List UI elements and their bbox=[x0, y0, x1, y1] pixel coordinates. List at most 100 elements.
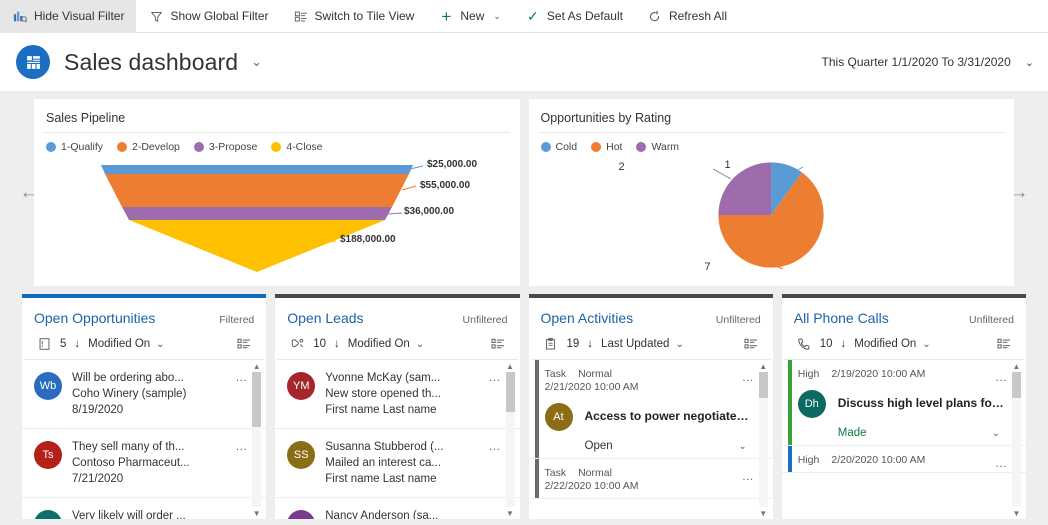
scroll-down-arrow[interactable]: ▼ bbox=[1013, 507, 1021, 519]
list-item[interactable]: High 2/20/2020 10:00 AM … bbox=[781, 446, 1026, 473]
list-item-menu-button[interactable]: … bbox=[742, 370, 755, 384]
sort-direction-icon-open-leads[interactable]: ↓ bbox=[334, 338, 340, 350]
scroll-thumb[interactable] bbox=[758, 372, 768, 398]
scrollbar-open-leads[interactable]: ▲ ▼ bbox=[504, 360, 517, 519]
tile-body-open-activities[interactable]: Task Normal 2/21/2020 10:00 AM … At Acce… bbox=[528, 360, 773, 519]
legend-item-develop[interactable]: 2-Develop bbox=[117, 141, 180, 153]
legend-item-qualify[interactable]: 1-Qualify bbox=[46, 141, 103, 153]
scroll-track[interactable] bbox=[1012, 372, 1021, 507]
list-item[interactable]: SS Susanna Stubberod (... Mailed an inte… bbox=[275, 429, 520, 498]
tile-title-open-activities[interactable]: Open Activities bbox=[541, 310, 634, 326]
activity-state-chevron-down-icon[interactable]: ⌄ bbox=[738, 441, 746, 452]
sort-selector-all-phone-calls[interactable]: Modified On ⌄ bbox=[854, 338, 930, 350]
show-global-filter-label: Show Global Filter bbox=[170, 9, 269, 23]
scroll-up-arrow[interactable]: ▲ bbox=[506, 360, 514, 372]
list-item-line1: Nancy Anderson (sa... bbox=[325, 510, 439, 519]
sort-chevron-down-icon-open-activities[interactable]: ⌄ bbox=[675, 339, 683, 350]
scrollbar-open-opportunities[interactable]: ▲ ▼ bbox=[250, 360, 263, 519]
sort-selector-open-opportunities[interactable]: Modified On ⌄ bbox=[88, 338, 164, 350]
list-item[interactable]: Very likely will order ... bbox=[22, 498, 266, 519]
date-filter[interactable]: This Quarter 1/1/2020 To 3/31/2020 ⌄ bbox=[822, 55, 1034, 69]
list-item-menu-button[interactable]: … bbox=[995, 370, 1008, 384]
scrollbar-all-phone-calls[interactable]: ▲ ▼ bbox=[1010, 360, 1023, 519]
switch-to-tile-view-label: Switch to Tile View bbox=[314, 9, 415, 23]
list-item[interactable]: Wb Will be ordering abo... Coho Winery (… bbox=[22, 360, 267, 429]
scroll-down-arrow[interactable]: ▼ bbox=[506, 507, 514, 519]
activity-state-chevron-down-icon[interactable]: ⌄ bbox=[992, 428, 1000, 439]
sort-selector-open-activities[interactable]: Last Updated ⌄ bbox=[601, 338, 684, 350]
scroll-down-arrow[interactable]: ▼ bbox=[253, 507, 261, 519]
tile-body-open-leads[interactable]: YM Yvonne McKay (sam... New store opened… bbox=[275, 360, 520, 519]
tile-title-open-leads[interactable]: Open Leads bbox=[287, 310, 363, 326]
list-item[interactable]: High 2/19/2020 10:00 AM … Dh Discuss hig… bbox=[781, 360, 1026, 446]
activity-state-selector[interactable]: Made ⌄ bbox=[798, 427, 1004, 439]
list-item-menu-button[interactable]: … bbox=[489, 370, 502, 384]
refresh-all-button[interactable]: Refresh All bbox=[635, 0, 739, 33]
sort-direction-icon-open-opportunities[interactable]: ↓ bbox=[74, 338, 80, 350]
list-view-icon-open-opportunities[interactable] bbox=[236, 336, 252, 352]
list-view-icon-open-leads[interactable] bbox=[490, 336, 506, 352]
legend-item-hot[interactable]: Hot bbox=[591, 141, 622, 153]
scroll-thumb[interactable] bbox=[252, 372, 262, 427]
sort-selector-open-leads[interactable]: Modified On ⌄ bbox=[348, 338, 424, 350]
chevron-down-icon[interactable]: ⌄ bbox=[493, 11, 501, 22]
scroll-thumb[interactable] bbox=[1012, 372, 1021, 398]
set-as-default-button[interactable]: ✓ Set As Default bbox=[513, 0, 635, 33]
sales-pipeline-chart-card[interactable]: Sales Pipeline 1-Qualify 2-Develop 3-Pro… bbox=[34, 99, 520, 286]
list-item[interactable]: Task Normal 2/21/2020 10:00 AM … At Acce… bbox=[528, 360, 773, 459]
scroll-thumb[interactable] bbox=[505, 372, 515, 412]
scroll-track[interactable] bbox=[252, 372, 262, 507]
list-item-menu-button[interactable]: … bbox=[995, 456, 1008, 470]
dashboard-selector-chevron-down-icon[interactable]: ⌄ bbox=[251, 54, 262, 70]
scrollbar-open-activities[interactable]: ▲ ▼ bbox=[757, 360, 770, 519]
tile-open-opportunities[interactable]: Open Opportunities Filtered 5 ↓ Modified… bbox=[22, 294, 267, 519]
date-filter-chevron-down-icon[interactable]: ⌄ bbox=[1025, 56, 1034, 69]
tile-open-activities[interactable]: Open Activities Unfiltered 19 ↓ Last Upd… bbox=[528, 294, 773, 519]
list-item[interactable]: YM Yvonne McKay (sam... New store opened… bbox=[275, 360, 520, 429]
legend-item-cold[interactable]: Cold bbox=[540, 141, 577, 153]
funnel-segment-develop bbox=[105, 174, 409, 207]
show-global-filter-button[interactable]: Show Global Filter bbox=[136, 0, 280, 33]
switch-to-tile-view-button[interactable]: Switch to Tile View bbox=[281, 0, 427, 33]
tile-body-all-phone-calls[interactable]: High 2/19/2020 10:00 AM … Dh Discuss hig… bbox=[781, 360, 1026, 519]
legend-item-propose[interactable]: 3-Propose bbox=[193, 141, 257, 153]
tile-title-all-phone-calls[interactable]: All Phone Calls bbox=[794, 310, 889, 326]
legend-item-close[interactable]: 4-Close bbox=[271, 141, 323, 153]
scroll-up-arrow[interactable]: ▲ bbox=[759, 360, 767, 372]
funnel-chart[interactable]: $25,000.00 $55,000.00 $36,000.00 $188,00… bbox=[44, 157, 510, 275]
list-item-menu-button[interactable]: … bbox=[742, 469, 755, 483]
scroll-track[interactable] bbox=[758, 372, 768, 507]
list-item[interactable]: Ts They sell many of th... Contoso Pharm… bbox=[22, 429, 267, 498]
opportunities-by-rating-chart-card[interactable]: Opportunities by Rating Cold Hot Warm 1 … bbox=[528, 99, 1014, 286]
tile-title-open-opportunities[interactable]: Open Opportunities bbox=[34, 310, 155, 326]
sales-pipeline-title: Sales Pipeline bbox=[44, 107, 510, 133]
list-item-menu-button[interactable]: … bbox=[489, 439, 502, 453]
sort-direction-icon-all-phone-calls[interactable]: ↓ bbox=[841, 338, 847, 350]
tile-open-leads[interactable]: Open Leads Unfiltered 10 ↓ Modified On ⌄ bbox=[275, 294, 520, 519]
list-item[interactable]: Task Normal 2/22/2020 10:00 AM … bbox=[528, 459, 773, 499]
hide-visual-filter-button[interactable]: Hide Visual Filter bbox=[0, 0, 137, 33]
legend-label-close: 4-Close bbox=[286, 141, 323, 153]
sort-chevron-down-icon-all-phone-calls[interactable]: ⌄ bbox=[922, 339, 930, 350]
scroll-track[interactable] bbox=[505, 372, 515, 507]
scroll-up-arrow[interactable]: ▲ bbox=[253, 360, 261, 372]
sort-direction-icon-open-activities[interactable]: ↓ bbox=[587, 338, 593, 350]
tile-body-open-opportunities[interactable]: Wb Will be ordering abo... Coho Winery (… bbox=[22, 360, 267, 519]
pie-chart[interactable]: 1 2 7 bbox=[539, 157, 1005, 275]
sort-chevron-down-icon-open-leads[interactable]: ⌄ bbox=[416, 339, 424, 350]
list-item-line2: Mailed an interest ca... bbox=[325, 457, 441, 469]
funnel-label-develop: $55,000.00 bbox=[420, 180, 471, 191]
list-item-menu-button[interactable]: … bbox=[235, 370, 248, 384]
list-view-icon-open-activities[interactable] bbox=[743, 336, 759, 352]
new-button[interactable]: + New ⌄ bbox=[426, 0, 513, 33]
tile-all-phone-calls[interactable]: All Phone Calls Unfiltered 10 ↓ Modified… bbox=[781, 294, 1026, 519]
sort-chevron-down-icon-open-opportunities[interactable]: ⌄ bbox=[156, 339, 164, 350]
activity-date: 2/20/2020 10:00 AM bbox=[831, 454, 926, 466]
legend-item-warm[interactable]: Warm bbox=[636, 141, 679, 153]
scroll-up-arrow[interactable]: ▲ bbox=[1013, 360, 1021, 372]
list-item-menu-button[interactable]: … bbox=[235, 439, 248, 453]
scroll-down-arrow[interactable]: ▼ bbox=[759, 507, 767, 519]
activity-state-selector[interactable]: Open ⌄ bbox=[545, 440, 751, 452]
list-view-icon-all-phone-calls[interactable] bbox=[996, 336, 1012, 352]
list-item[interactable]: Nancy Anderson (sa... bbox=[275, 498, 519, 519]
